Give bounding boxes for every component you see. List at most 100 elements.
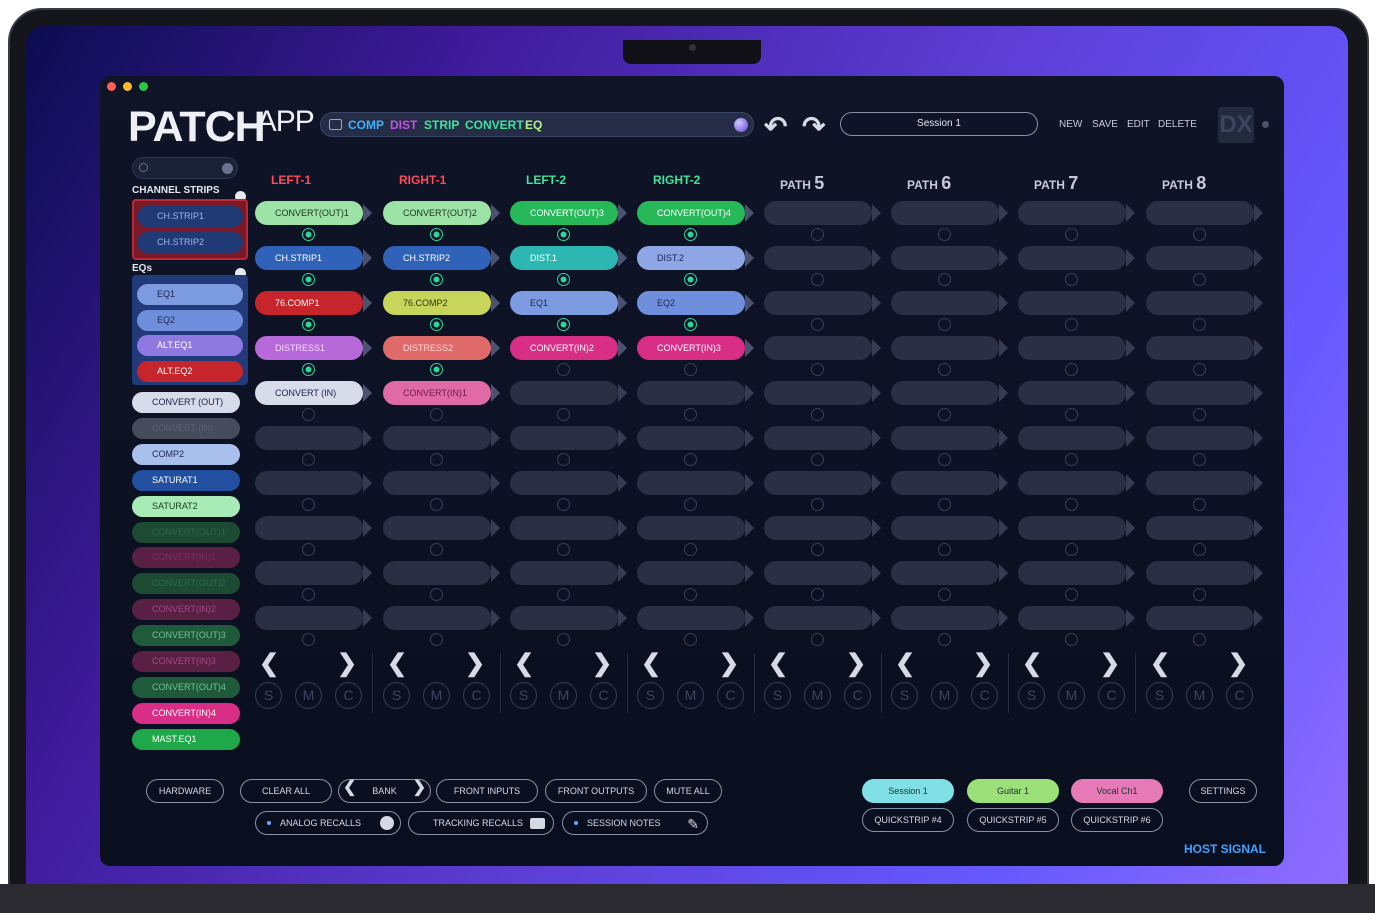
signal-node-icon[interactable] [1193,228,1206,241]
prev-arrow-icon[interactable]: ❮ [895,649,915,678]
empty-slot[interactable] [1018,381,1126,405]
signal-node-icon[interactable] [938,498,951,511]
signal-node-icon[interactable] [684,318,697,331]
empty-slot[interactable] [383,426,491,450]
signal-node-icon[interactable] [1193,543,1206,556]
empty-slot[interactable] [891,246,999,270]
next-arrow-icon[interactable]: ❯ [719,649,739,678]
path-header[interactable]: PATH 8 [1162,173,1206,194]
empty-slot[interactable] [1018,246,1126,270]
prev-arrow-icon[interactable]: ❮ [259,649,279,678]
empty-slot[interactable] [891,291,999,315]
solo-button[interactable]: S [1146,682,1173,709]
next-arrow-icon[interactable]: ❯ [465,649,485,678]
empty-slot[interactable] [1146,516,1254,540]
bank-prev-icon[interactable]: ❮ [343,777,356,799]
signal-node-icon[interactable] [430,228,443,241]
signal-node-icon[interactable] [938,363,951,376]
chain-item-1[interactable]: DIST [390,118,417,132]
signal-node-icon[interactable] [430,273,443,286]
clear-button[interactable]: C [1226,682,1253,709]
empty-slot[interactable] [764,201,872,225]
empty-slot[interactable] [637,381,745,405]
signal-node-icon[interactable] [1065,363,1078,376]
empty-slot[interactable] [510,381,618,405]
new-button[interactable]: NEW [1059,119,1082,130]
hardware-button[interactable]: HARDWARE [146,779,224,803]
empty-slot[interactable] [891,336,999,360]
session-notes-button[interactable]: SESSION NOTES ✎ [562,811,708,835]
clear-button[interactable]: C [590,682,617,709]
signal-node-icon[interactable] [684,453,697,466]
color-knob-icon[interactable] [734,118,748,132]
signal-node-icon[interactable] [938,453,951,466]
empty-slot[interactable] [1018,561,1126,585]
prev-arrow-icon[interactable]: ❮ [387,649,407,678]
save-button[interactable]: SAVE [1092,119,1118,130]
session-name-field[interactable]: Session 1 [840,112,1038,136]
empty-slot[interactable] [1018,516,1126,540]
signal-node-icon[interactable] [811,318,824,331]
path-slot[interactable]: CONVERT(OUT)4 [637,201,745,225]
empty-slot[interactable] [891,471,999,495]
signal-node-icon[interactable] [1193,633,1206,646]
signal-node-icon[interactable] [811,588,824,601]
module-item[interactable]: CONVERT(OUT)2 [132,573,240,595]
signal-node-icon[interactable] [1065,228,1078,241]
path-slot[interactable]: 76.COMP2 [383,291,491,315]
path-slot[interactable]: CONVERT(IN)3 [637,336,745,360]
signal-node-icon[interactable] [302,633,315,646]
path-header[interactable]: PATH 7 [1034,173,1078,194]
clear-button[interactable]: C [335,682,362,709]
chain-item-0[interactable]: COMP [348,118,384,132]
window-minimize-button[interactable] [123,82,132,91]
signal-node-icon[interactable] [302,498,315,511]
bank-selector[interactable]: ❮ BANK ❯ [338,779,431,803]
empty-slot[interactable] [764,516,872,540]
prev-arrow-icon[interactable]: ❮ [1022,649,1042,678]
module-item[interactable]: CONVERT(OUT)4 [132,676,240,698]
signal-node-icon[interactable] [302,588,315,601]
signal-node-icon[interactable] [1065,588,1078,601]
eq-item[interactable]: ALT.EQ2 [137,361,243,383]
signal-node-icon[interactable] [811,363,824,376]
path-header[interactable]: RIGHT-2 [653,173,700,187]
signal-node-icon[interactable] [811,633,824,646]
quickstrip-button[interactable]: QUICKSTRIP #5 [967,808,1059,832]
prev-arrow-icon[interactable]: ❮ [514,649,534,678]
session-tab[interactable]: Guitar 1 [967,779,1059,803]
signal-node-icon[interactable] [684,228,697,241]
signal-node-icon[interactable] [302,543,315,556]
next-arrow-icon[interactable]: ❯ [592,649,612,678]
empty-slot[interactable] [1018,426,1126,450]
signal-node-icon[interactable] [1065,273,1078,286]
path-slot[interactable]: CH.STRIP1 [255,246,363,270]
solo-button[interactable]: S [637,682,664,709]
empty-slot[interactable] [1146,336,1254,360]
channel-strip-item[interactable]: CH.STRIP2 [137,232,243,253]
clear-search-icon[interactable] [222,163,233,174]
empty-slot[interactable] [891,201,999,225]
empty-slot[interactable] [255,516,363,540]
next-arrow-icon[interactable]: ❯ [973,649,993,678]
module-item[interactable]: CONVERT (OUT) [132,392,240,413]
signal-node-icon[interactable] [1193,498,1206,511]
undo-icon[interactable]: ↶ [764,110,787,143]
empty-slot[interactable] [1146,561,1254,585]
empty-slot[interactable] [764,381,872,405]
eq-item[interactable]: ALT.EQ1 [137,335,243,357]
signal-node-icon[interactable] [557,228,570,241]
signal-node-icon[interactable] [938,588,951,601]
chain-item-3[interactable]: CONVERT [465,118,524,132]
signal-node-icon[interactable] [302,318,315,331]
empty-slot[interactable] [764,471,872,495]
module-item[interactable]: CONVERT(IN)4 [132,702,240,724]
path-slot[interactable]: 76.COMP1 [255,291,363,315]
path-header[interactable]: LEFT-2 [526,173,566,187]
mute-button[interactable]: M [1058,682,1085,709]
quickstrip-button[interactable]: QUICKSTRIP #4 [862,808,954,832]
empty-slot[interactable] [1146,381,1254,405]
empty-slot[interactable] [1146,291,1254,315]
session-tab[interactable]: Session 1 [862,779,954,803]
next-arrow-icon[interactable]: ❯ [1100,649,1120,678]
